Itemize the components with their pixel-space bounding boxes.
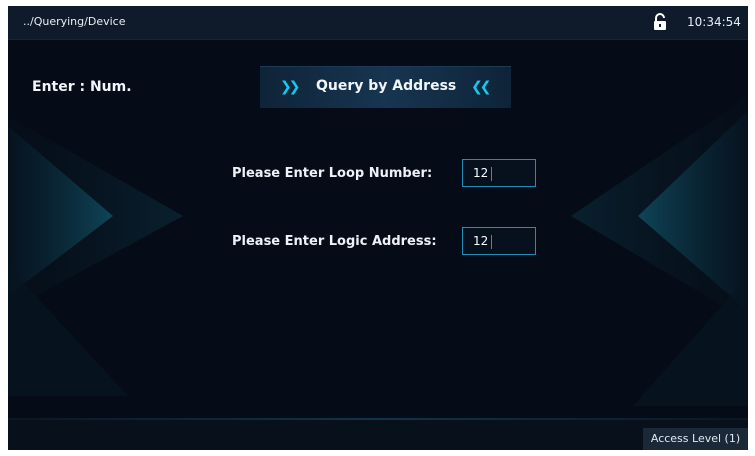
query-title-panel: ❯❯ Query by Address ❮❮: [260, 66, 511, 108]
right-decorative-shape: [571, 96, 748, 406]
loop-number-input[interactable]: 12: [462, 159, 536, 187]
page-title: Query by Address: [316, 78, 457, 94]
loop-number-value: 12: [473, 166, 489, 180]
access-level-button[interactable]: Access Level (1): [643, 428, 748, 450]
text-cursor: [491, 167, 492, 181]
logic-address-label: Please Enter Logic Address:: [232, 234, 437, 249]
double-chevron-right-icon: ❯❯: [280, 79, 301, 95]
left-decorative-shape: [8, 116, 183, 396]
logic-address-input[interactable]: 12: [462, 227, 536, 255]
unlocked-padlock-icon[interactable]: [653, 13, 667, 31]
logic-address-value: 12: [473, 234, 489, 248]
status-bar: ../Querying/Device 10:34:54: [8, 6, 748, 40]
loop-number-label: Please Enter Loop Number:: [232, 166, 433, 181]
device-screen: ../Querying/Device 10:34:54 Enter : Num.…: [8, 6, 748, 450]
clock-time: 10:34:54: [687, 15, 741, 29]
breadcrumb: ../Querying/Device: [23, 15, 126, 28]
enter-mode-label: Enter : Num.: [32, 79, 132, 95]
double-chevron-left-icon: ❮❮: [471, 79, 492, 95]
text-cursor: [491, 235, 492, 249]
footer-bar: [8, 420, 748, 450]
